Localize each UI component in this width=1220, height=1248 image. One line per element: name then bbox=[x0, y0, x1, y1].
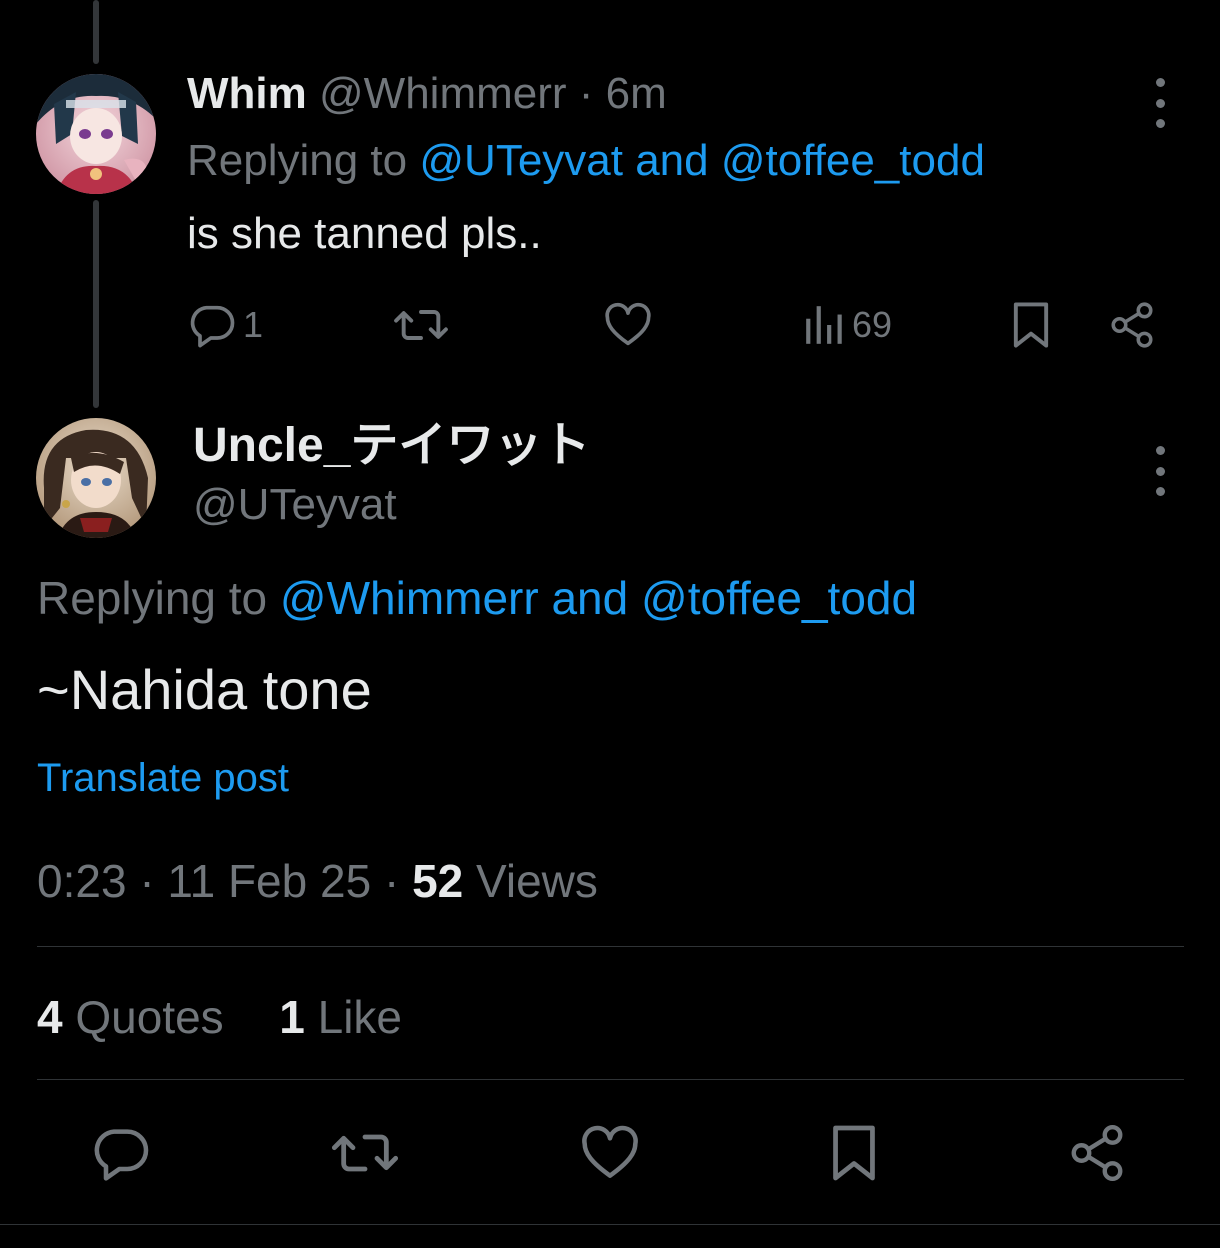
more-dot-icon bbox=[1155, 119, 1165, 128]
whim-share-button[interactable] bbox=[1107, 295, 1157, 355]
main-replying-to: Replying to @Whimmerr and @toffee_todd bbox=[37, 570, 917, 626]
main-reply-button[interactable] bbox=[90, 1120, 154, 1186]
quotes-count: 4 bbox=[37, 991, 63, 1043]
whim-tweet-time[interactable]: 6m bbox=[606, 69, 667, 118]
uncle-avatar[interactable] bbox=[36, 418, 156, 538]
whim-bookmark-button[interactable] bbox=[1007, 295, 1055, 355]
more-dot-icon bbox=[1155, 446, 1165, 455]
uncle-author-handle[interactable]: @UTeyvat bbox=[193, 477, 397, 533]
uncle-avatar-image bbox=[36, 418, 156, 538]
whim-views-count: 69 bbox=[852, 304, 893, 345]
more-dot-icon bbox=[1155, 98, 1165, 108]
more-dot-icon bbox=[1155, 487, 1165, 496]
divider-page-bottom bbox=[0, 1224, 1220, 1225]
main-share-button[interactable] bbox=[1066, 1120, 1128, 1186]
share-icon-partial[interactable] bbox=[1130, 0, 1170, 2]
bookmark-icon bbox=[833, 1125, 875, 1181]
uncle-author-name[interactable]: Uncle_テイワット bbox=[193, 418, 590, 474]
bookmark-icon-partial[interactable] bbox=[1010, 0, 1060, 2]
whim-replying-to: Replying to @UTeyvat and @toffee_todd bbox=[187, 133, 985, 189]
reply-icon-partial[interactable] bbox=[200, 0, 240, 2]
replying-to-mentions[interactable]: @Whimmerr and @toffee_todd bbox=[280, 572, 917, 624]
views-icon-partial[interactable] bbox=[800, 0, 850, 2]
share-icon bbox=[1071, 1124, 1123, 1182]
tweet-date[interactable]: 11 Feb 25 bbox=[167, 855, 371, 907]
heart-icon bbox=[605, 302, 651, 346]
tweet-thread-page: Whim @Whimmerr · 6m Replying to @UTeyvat… bbox=[0, 0, 1220, 1248]
divider-top bbox=[37, 946, 1184, 947]
whim-views-button[interactable]: 69 bbox=[802, 295, 892, 355]
main-like-button[interactable] bbox=[578, 1120, 642, 1186]
likes-count: 1 bbox=[279, 991, 305, 1043]
bookmark-icon bbox=[1013, 302, 1049, 348]
translate-post-link[interactable]: Translate post bbox=[37, 752, 289, 804]
divider-bottom bbox=[37, 1079, 1184, 1080]
likes-stat[interactable]: 1 Like bbox=[279, 991, 402, 1043]
uncle-more-button[interactable] bbox=[1150, 446, 1170, 496]
views-count: 52 bbox=[412, 855, 464, 907]
heart-icon bbox=[582, 1125, 638, 1178]
likes-label: Like bbox=[317, 991, 403, 1043]
main-bookmark-button[interactable] bbox=[825, 1120, 883, 1186]
replying-to-mentions[interactable]: @UTeyvat and @toffee_todd bbox=[419, 136, 985, 185]
tweet-time[interactable]: 0:23 bbox=[37, 855, 127, 907]
thread-line-connector bbox=[93, 200, 99, 408]
quotes-label: Quotes bbox=[75, 991, 224, 1043]
tweet-meta: 0:23 · 11 Feb 25 · 52 Views bbox=[37, 852, 598, 910]
previous-tweet-actions-partial bbox=[0, 0, 1220, 6]
thread-line-top bbox=[93, 0, 99, 64]
whim-more-button[interactable] bbox=[1150, 78, 1170, 128]
whim-reply-count: 1 bbox=[243, 304, 264, 345]
whim-tweet-text: is she tanned pls.. bbox=[187, 209, 542, 258]
whim-tweet-header: Whim @Whimmerr · 6m bbox=[187, 66, 667, 122]
reply-bubble-icon bbox=[190, 305, 235, 348]
whim-avatar[interactable] bbox=[36, 74, 156, 194]
main-tweet-actions bbox=[0, 1120, 1220, 1186]
header-separator: · bbox=[578, 69, 594, 118]
reply-bubble-icon bbox=[94, 1129, 149, 1181]
replying-prefix: Replying to bbox=[187, 136, 408, 185]
share-icon bbox=[1111, 302, 1153, 348]
heart-icon-liked-partial[interactable] bbox=[612, 0, 692, 2]
whim-reply-button[interactable]: 1 bbox=[187, 295, 263, 355]
retweet-icon bbox=[394, 310, 448, 340]
views-label: Views bbox=[476, 855, 598, 907]
retweet-icon-partial[interactable] bbox=[400, 0, 440, 2]
whim-tweet-actions: 1 69 bbox=[187, 295, 1167, 355]
quotes-stat[interactable]: 4 Quotes bbox=[37, 991, 236, 1043]
meta-separator: · bbox=[383, 855, 400, 907]
replying-prefix: Replying to bbox=[37, 572, 268, 624]
more-dot-icon bbox=[1155, 78, 1165, 87]
analytics-bars-icon bbox=[806, 306, 842, 344]
whim-retweet-button[interactable] bbox=[392, 295, 450, 355]
more-dot-icon bbox=[1155, 466, 1165, 476]
whim-like-button[interactable] bbox=[602, 295, 654, 355]
main-retweet-button[interactable] bbox=[330, 1120, 400, 1186]
tweet-stats: 4 Quotes 1 Like bbox=[37, 988, 402, 1046]
main-tweet-text: ~Nahida tone bbox=[37, 658, 372, 721]
meta-separator: · bbox=[139, 855, 155, 907]
whim-avatar-image bbox=[36, 74, 156, 194]
whim-author-name[interactable]: Whim bbox=[187, 69, 307, 118]
retweet-icon bbox=[331, 1134, 399, 1172]
whim-author-handle[interactable]: @Whimmerr bbox=[319, 69, 567, 118]
